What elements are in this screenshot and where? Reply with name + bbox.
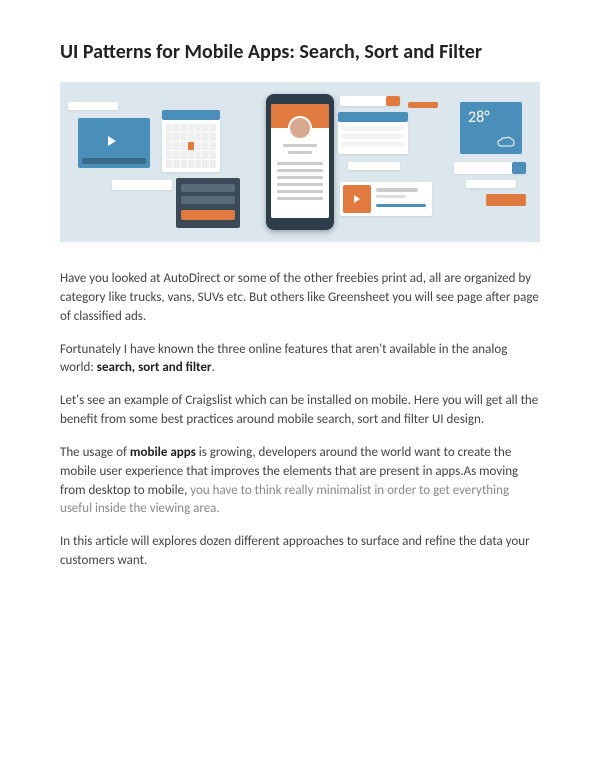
input-field [181,184,235,192]
weather-temperature: 28° [468,108,490,127]
dropdown-item [341,142,405,147]
search-bar-widget [454,162,526,174]
hero-illustration: 28° [60,82,540,242]
input-field [181,196,235,204]
dropdown-header [338,112,408,122]
cloud-icon [496,136,516,148]
paragraph: The usage of mobile apps is growing, dev… [60,444,540,519]
weather-widget: 28° [460,102,522,154]
submit-button [181,210,235,220]
play-icon [354,195,360,203]
ui-bar [408,102,438,108]
bold-text: mobile apps [130,445,196,460]
dropdown-item [341,134,405,139]
ui-bar [68,102,118,110]
paragraph: Let's see an example of Craigslist which… [60,392,540,430]
paragraph: Have you looked at AutoDirect or some of… [60,270,540,327]
album-art [343,185,371,213]
toolbar-widget [340,96,400,106]
text-line [288,151,311,154]
calendar-widget [162,110,220,172]
phone-screen [271,104,329,218]
text-line [277,190,323,193]
dropdown-widget [338,112,408,154]
ui-bar [466,180,516,188]
video-player-widget [78,118,150,168]
search-button [512,162,526,174]
text-line [277,197,323,200]
text-line [277,176,323,179]
phone-mockup [266,94,334,230]
text-run: The usage of [60,445,130,460]
avatar-icon [288,116,312,140]
toolbar-segment [386,96,400,106]
ui-bar [112,180,172,190]
calendar-header [162,110,220,120]
play-icon [108,136,116,146]
video-progress-bar [82,158,146,164]
page-title: UI Patterns for Mobile Apps: Search, Sor… [60,40,540,64]
text-line [283,144,318,147]
text-line [277,169,323,172]
ui-button [486,194,526,206]
paragraph: In this article will explores dozen diff… [60,533,540,571]
ui-bar [348,162,400,170]
dropdown-item [341,126,405,131]
bold-text: search, sort and filter [97,360,212,375]
login-form-widget [176,178,240,228]
paragraph: Fortunately I have known the three onlin… [60,341,540,379]
track-progress [376,204,426,207]
text-line [277,183,323,186]
text-line [277,162,323,165]
text-run: . [212,360,215,375]
track-title-line [376,188,418,192]
track-subtitle-line [376,195,406,198]
music-player-widget [340,182,432,216]
